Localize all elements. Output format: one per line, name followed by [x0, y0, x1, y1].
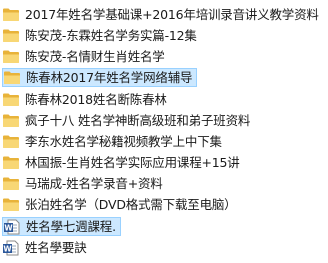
folder-icon — [2, 134, 22, 150]
svg-text:W: W — [4, 223, 13, 232]
item-label: 马瑞成-姓名学录音+资料 — [25, 175, 163, 191]
list-item[interactable]: 2017年姓名学基础课+2016年培训录音讲义教学资料 — [2, 5, 323, 24]
list-item[interactable]: 张泊姓名学（DVD格式需下载至电脑） — [2, 195, 240, 214]
item-label: 李东水姓名学秘籍视频教学上中下集 — [25, 133, 222, 149]
word-doc-icon: W — [2, 240, 22, 256]
list-item[interactable]: 林国振-生肖姓名学实际应用课程+15讲 — [2, 153, 244, 172]
folder-icon — [2, 176, 22, 192]
list-item[interactable]: 李东水姓名学秘籍视频教学上中下集 — [2, 132, 226, 151]
item-label: 林国振-生肖姓名学实际应用课程+15讲 — [25, 154, 240, 170]
list-item[interactable]: 陈安茂-名情财生肖姓名学 — [2, 47, 169, 66]
item-label: 陈安茂-东霖姓名学务实篇-12集 — [25, 27, 197, 43]
list-item[interactable]: 马瑞成-姓名学录音+资料 — [2, 174, 167, 193]
list-item[interactable]: W 姓名學要訣 — [2, 238, 91, 257]
file-list: 2017年姓名学基础课+2016年培训录音讲义教学资料 陈安茂-东霖姓名学务实篇… — [0, 0, 328, 263]
list-item[interactable]: 疯子十八 姓名学神断高级班和弟子班资料 — [2, 111, 254, 130]
item-label: 疯子十八 姓名学神断高级班和弟子班资料 — [25, 112, 251, 128]
item-label: 张泊姓名学（DVD格式需下载至电脑） — [25, 196, 237, 212]
folder-icon — [3, 70, 23, 86]
word-doc-icon: W — [3, 219, 23, 235]
folder-icon — [2, 197, 22, 213]
folder-icon — [2, 113, 22, 129]
folder-icon — [2, 155, 22, 171]
folder-icon — [2, 49, 22, 65]
folder-icon — [2, 7, 22, 23]
list-item[interactable]: 陈春林2017年姓名学网络辅导 — [2, 68, 198, 87]
item-label: 姓名學要訣 — [25, 239, 87, 255]
list-item[interactable]: 陈春林2018姓名断陈春林 — [2, 90, 171, 109]
item-label: 陈春林2017年姓名学网络辅导 — [26, 69, 193, 85]
folder-icon — [2, 92, 22, 108]
item-label: 2017年姓名学基础课+2016年培训录音讲义教学资料 — [25, 6, 319, 22]
list-item[interactable]: 陈安茂-东霖姓名学务实篇-12集 — [2, 26, 201, 45]
item-label: 姓名學七週課程. — [26, 218, 116, 234]
list-item[interactable]: W 姓名學七週課程. — [2, 217, 121, 236]
item-label: 陈春林2018姓名断陈春林 — [25, 91, 167, 107]
item-label: 陈安茂-名情财生肖姓名学 — [25, 48, 165, 64]
svg-text:W: W — [3, 244, 12, 253]
folder-icon — [2, 28, 22, 44]
